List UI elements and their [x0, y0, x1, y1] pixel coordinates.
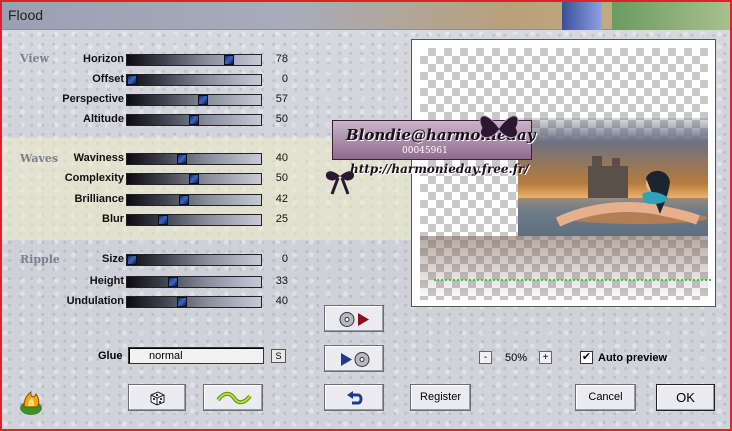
title-bar-decoration	[612, 2, 730, 30]
param-label-altitude: Altitude	[83, 113, 124, 125]
reset-button[interactable]	[324, 384, 384, 411]
butterfly-icon	[479, 115, 519, 139]
wave-icon	[216, 391, 252, 405]
window-title: Flood	[8, 7, 44, 23]
slider-thumb[interactable]	[158, 215, 168, 225]
preview-reflection	[420, 236, 708, 300]
slider-waviness[interactable]	[126, 153, 262, 165]
param-label-height: Height	[89, 275, 124, 287]
param-value-waviness: 40	[275, 152, 288, 164]
register-button[interactable]: Register	[410, 384, 471, 411]
param-value-brilliance: 42	[275, 193, 288, 205]
glue-label: Glue	[98, 350, 123, 362]
cancel-label: Cancel	[588, 391, 623, 403]
slider-thumb[interactable]	[127, 75, 137, 85]
ok-label: OK	[676, 390, 695, 405]
param-label-horizon: Horizon	[83, 53, 124, 65]
slider-thumb[interactable]	[179, 195, 189, 205]
zoom-in-button[interactable]: +	[539, 351, 552, 364]
slider-thumb[interactable]	[127, 255, 137, 265]
wave-preset-button[interactable]	[203, 384, 263, 411]
castle-and-figure-image	[518, 156, 708, 236]
glue-dropdown[interactable]: normal	[128, 347, 264, 364]
save-preset-button[interactable]	[324, 345, 384, 372]
window-frame: Flood View Waves Ripple Horizon 78 Offset 0…	[0, 0, 732, 431]
glue-s-button[interactable]: S	[271, 349, 286, 363]
slider-undulation[interactable]	[126, 296, 262, 308]
param-label-undulation: Undulation	[66, 295, 124, 307]
slider-thumb[interactable]	[168, 277, 178, 287]
param-label-waviness: Waviness	[73, 152, 124, 164]
param-label-brilliance: Brilliance	[74, 193, 124, 205]
slider-altitude[interactable]	[126, 114, 262, 126]
param-value-horizon: 78	[275, 53, 288, 65]
param-value-complexity: 50	[275, 172, 288, 184]
slider-perspective[interactable]	[126, 94, 262, 106]
slider-height[interactable]	[126, 276, 262, 288]
dialog-body: View Waves Ripple Horizon 78 Offset 0 Perspe…	[2, 30, 730, 429]
param-value-size: 0	[281, 253, 288, 265]
slider-brilliance[interactable]	[126, 194, 262, 206]
disc-arrow-right-icon	[339, 311, 371, 328]
zoom-out-button[interactable]: -	[479, 351, 492, 364]
undo-icon	[346, 390, 364, 407]
param-label-offset: Offset	[92, 73, 124, 85]
param-value-altitude: 50	[275, 113, 288, 125]
param-value-height: 33	[275, 275, 288, 287]
flame-logo-icon[interactable]	[18, 390, 44, 416]
title-bar-decoration	[562, 2, 602, 30]
param-label-blur: Blur	[102, 213, 124, 225]
watermark-line-3: http://harmonieday.free.fr/	[350, 162, 529, 176]
auto-preview-label: Auto preview	[598, 352, 668, 364]
ok-button[interactable]: OK	[656, 384, 715, 411]
slider-offset[interactable]	[126, 74, 262, 86]
arrow-disc-icon	[339, 351, 371, 368]
slider-thumb[interactable]	[177, 154, 187, 164]
param-label-size: Size	[101, 253, 124, 265]
param-label-complexity: Complexity	[64, 172, 124, 184]
slider-complexity[interactable]	[126, 173, 262, 185]
slider-thumb[interactable]	[189, 115, 199, 125]
title-bar: Flood	[2, 2, 730, 30]
param-value-undulation: 40	[275, 295, 288, 307]
load-preset-button[interactable]	[324, 305, 384, 332]
randomize-button[interactable]	[128, 384, 186, 411]
ribbon-bow-icon	[325, 171, 355, 195]
cancel-button[interactable]: Cancel	[575, 384, 636, 411]
dice-icon	[149, 390, 166, 406]
slider-thumb[interactable]	[198, 95, 208, 105]
slider-blur[interactable]	[126, 214, 262, 226]
slider-thumb[interactable]	[177, 297, 187, 307]
watermark-logo: Blondie@harmonieday 00045961 http://harm…	[324, 112, 536, 200]
zoom-level: 50%	[505, 352, 528, 364]
param-value-offset: 0	[281, 73, 288, 85]
auto-preview-checkbox[interactable]: ✔	[580, 351, 593, 364]
param-label-perspective: Perspective	[62, 93, 124, 105]
slider-thumb[interactable]	[224, 55, 234, 65]
glue-value: normal	[149, 350, 183, 362]
register-label: Register	[420, 391, 461, 403]
slider-horizon[interactable]	[126, 54, 262, 66]
slider-size[interactable]	[126, 254, 262, 266]
param-value-blur: 25	[275, 213, 288, 225]
preview-scene-image	[518, 118, 708, 236]
slider-thumb[interactable]	[189, 174, 199, 184]
watermark-line-2: 00045961	[402, 146, 448, 156]
param-value-perspective: 57	[275, 93, 288, 105]
horizon-waterline[interactable]	[434, 279, 711, 281]
